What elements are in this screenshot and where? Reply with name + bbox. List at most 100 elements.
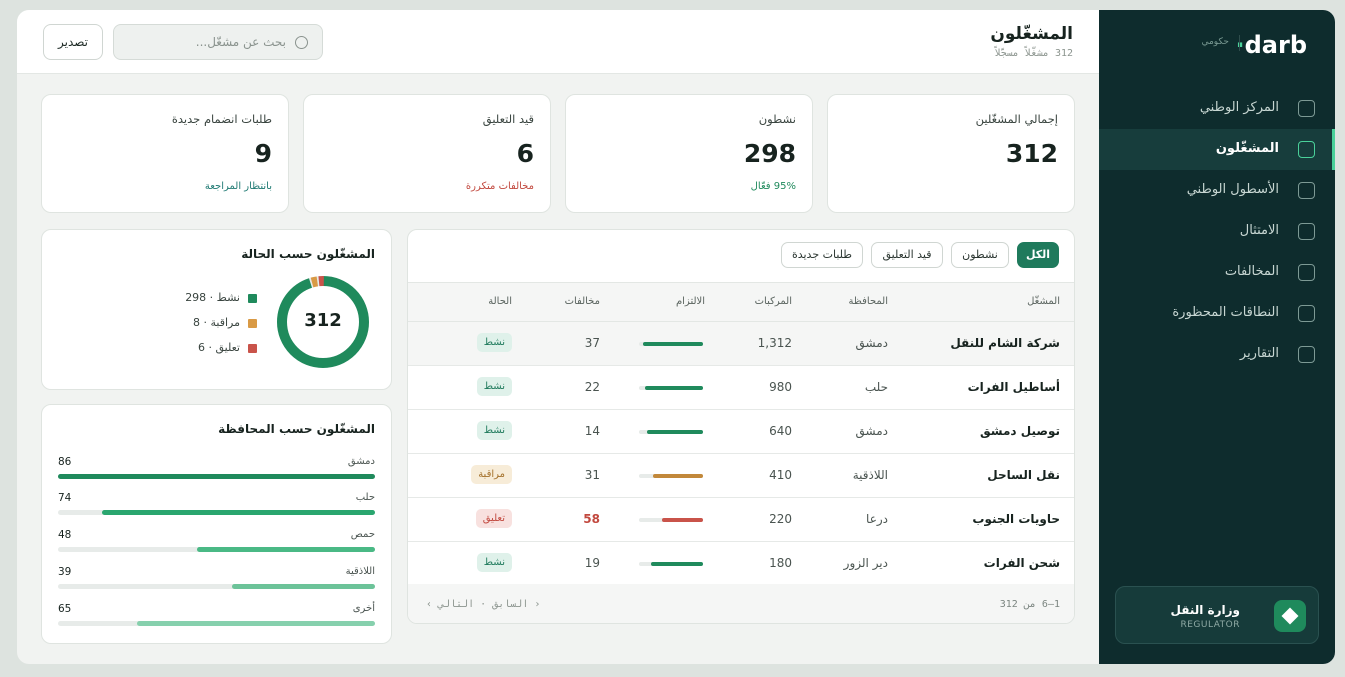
- table-header: المشغّل المحافظة المركبات الالتزام مخالف…: [408, 282, 1074, 322]
- donut-total: 312: [304, 310, 342, 331]
- compliance-bar: [639, 518, 703, 522]
- operator-name[interactable]: توصيل دمشق: [980, 424, 1060, 438]
- brand-logo[interactable]: ·darb: [1235, 31, 1307, 59]
- province-track: [58, 474, 375, 479]
- table-row[interactable]: توصيل دمشق دمشق 640 14 نشط: [408, 410, 1074, 454]
- organization-name: وزارة النقل: [1170, 603, 1240, 617]
- compliance-fill: [646, 430, 703, 434]
- organization-card[interactable]: وزارة النقل REGULATOR: [1115, 586, 1319, 644]
- operator-name[interactable]: أساطيل الفرات: [968, 380, 1060, 394]
- filter-chip-new-requests[interactable]: طلبات جديدة: [781, 242, 863, 268]
- province-chart-card: المشغّلون حسب المحافظة دمشق 86 حلب 74 حم…: [41, 404, 392, 644]
- compliance-fill: [653, 474, 703, 478]
- table-row[interactable]: نقل الساحل اللاذقية 410 31 مراقبة: [408, 454, 1074, 498]
- legend-swatch: [248, 343, 257, 353]
- column-header-operator[interactable]: المشغّل: [1027, 296, 1060, 307]
- operator-vehicles: 980: [769, 380, 792, 394]
- province-fill: [102, 510, 375, 515]
- nav-box-icon: [1298, 305, 1315, 322]
- kpi-note: 95% فعّال: [750, 181, 796, 192]
- kpi-label: نشطون: [758, 112, 796, 126]
- column-header-status[interactable]: الحالة: [488, 296, 512, 307]
- sidebar-item-national-fleet[interactable]: الأسطول الوطني: [1099, 170, 1335, 211]
- ministry-badge-icon: [1274, 600, 1306, 632]
- sidebar-item-restricted-zones[interactable]: النطاقات المحظورة: [1099, 293, 1335, 334]
- operator-violations: 14: [584, 424, 600, 438]
- operator-name[interactable]: شحن الفرات: [984, 556, 1060, 570]
- legend-item-suspended: تعليق · 6: [198, 341, 257, 354]
- province-fill: [58, 474, 375, 479]
- table-row[interactable]: شحن الفرات دير الزور 180 19 نشط: [408, 542, 1074, 586]
- province-row: اللاذقية 39: [58, 566, 375, 596]
- kpi-value: 312: [1005, 139, 1058, 168]
- province-name: اللاذقية: [345, 566, 375, 577]
- province-track: [58, 584, 375, 589]
- column-header-violations[interactable]: مخالفات: [565, 296, 600, 307]
- operator-province: درعا: [866, 512, 888, 526]
- legend-label: نشط · 298: [185, 291, 240, 304]
- sidebar-item-label: المخالفات: [1224, 264, 1279, 279]
- kpi-label: إجمالي المشغّلين: [975, 112, 1058, 126]
- operator-vehicles: 640: [769, 424, 792, 438]
- operator-province: دير الزور: [843, 556, 888, 570]
- brand-tag: حكومي: [1201, 37, 1229, 47]
- search-icon: [295, 36, 308, 49]
- sidebar-item-national-center[interactable]: المركز الوطني: [1099, 88, 1335, 129]
- status-chart-title: المشغّلون حسب الحالة: [241, 247, 375, 261]
- sidebar: ·darb حكومي المركز الوطني المشغّلون الأس…: [1099, 10, 1335, 664]
- province-name: دمشق: [347, 456, 375, 467]
- main-content: المشغّلون 312 مشغّلاً مسجّلاً بحث عن مشغ…: [17, 10, 1099, 664]
- column-header-vehicles[interactable]: المركبات: [755, 296, 792, 307]
- filter-chip-suspended[interactable]: قيد التعليق: [871, 242, 943, 268]
- filter-chip-all[interactable]: الكل: [1017, 242, 1059, 268]
- province-name: حلب: [355, 492, 375, 503]
- province-fill: [197, 547, 375, 552]
- province-value: 39: [58, 566, 72, 578]
- table-row[interactable]: شركة الشام للنقل دمشق 1,312 37 نشط: [408, 322, 1074, 366]
- column-header-compliance[interactable]: الالتزام: [676, 296, 705, 307]
- operator-name[interactable]: نقل الساحل: [987, 468, 1060, 482]
- legend-item-watch: مراقبة · 8: [193, 316, 257, 329]
- nav-box-icon: [1298, 141, 1315, 158]
- sidebar-item-operators[interactable]: المشغّلون: [1099, 129, 1335, 170]
- export-button[interactable]: تصدير: [43, 24, 103, 60]
- table-row[interactable]: حاويات الجنوب درعا 220 58 تعليق: [408, 498, 1074, 542]
- compliance-fill: [662, 518, 703, 522]
- legend-label: مراقبة · 8: [193, 316, 240, 329]
- operator-name[interactable]: حاويات الجنوب: [972, 512, 1060, 526]
- column-header-province[interactable]: المحافظة: [849, 296, 888, 307]
- province-value: 86: [58, 456, 72, 468]
- operator-violations: 31: [584, 468, 600, 482]
- sidebar-item-violations[interactable]: المخالفات: [1099, 252, 1335, 293]
- sidebar-item-compliance[interactable]: الامتثال: [1099, 211, 1335, 252]
- search-input[interactable]: بحث عن مشغّل...: [113, 24, 323, 60]
- kpi-total-operators: إجمالي المشغّلين 312: [827, 94, 1075, 213]
- legend-item-active: نشط · 298: [185, 291, 257, 304]
- province-row: حمص 48: [58, 529, 375, 559]
- status-badge: مراقبة: [471, 465, 512, 484]
- operator-province: دمشق: [855, 336, 888, 350]
- province-row: دمشق 86: [58, 456, 375, 486]
- table-footer: 1–6 من 312 ‹ السابق · التالي ›: [408, 584, 1074, 623]
- sidebar-item-label: المشغّلون: [1215, 141, 1279, 156]
- operator-name[interactable]: شركة الشام للنقل: [950, 336, 1060, 350]
- kpi-value: 298: [743, 139, 796, 168]
- kpi-label: طلبات انضمام جديدة: [171, 112, 272, 126]
- brand-divider: [1239, 35, 1240, 51]
- operator-province: اللاذقية: [852, 468, 888, 482]
- compliance-bar: [639, 562, 703, 566]
- compliance-fill: [642, 342, 703, 346]
- filter-chip-active[interactable]: نشطون: [951, 242, 1009, 268]
- kpi-value: 9: [254, 139, 272, 168]
- compliance-bar: [639, 386, 703, 390]
- page-subtitle: 312 مشغّلاً مسجّلاً: [994, 48, 1073, 59]
- kpi-active-operators: نشطون 298 95% فعّال: [565, 94, 813, 213]
- pagination[interactable]: ‹ السابق · التالي ›: [426, 599, 540, 610]
- kpi-new-requests: طلبات انضمام جديدة 9 بانتظار المراجعة: [41, 94, 289, 213]
- sidebar-item-reports[interactable]: التقارير: [1099, 334, 1335, 375]
- operator-vehicles: 410: [769, 468, 792, 482]
- operator-vehicles: 1,312: [757, 336, 792, 350]
- sidebar-item-label: الأسطول الوطني: [1186, 182, 1279, 197]
- table-row[interactable]: أساطيل الفرات حلب 980 22 نشط: [408, 366, 1074, 410]
- province-row: أخرى 65: [58, 603, 375, 633]
